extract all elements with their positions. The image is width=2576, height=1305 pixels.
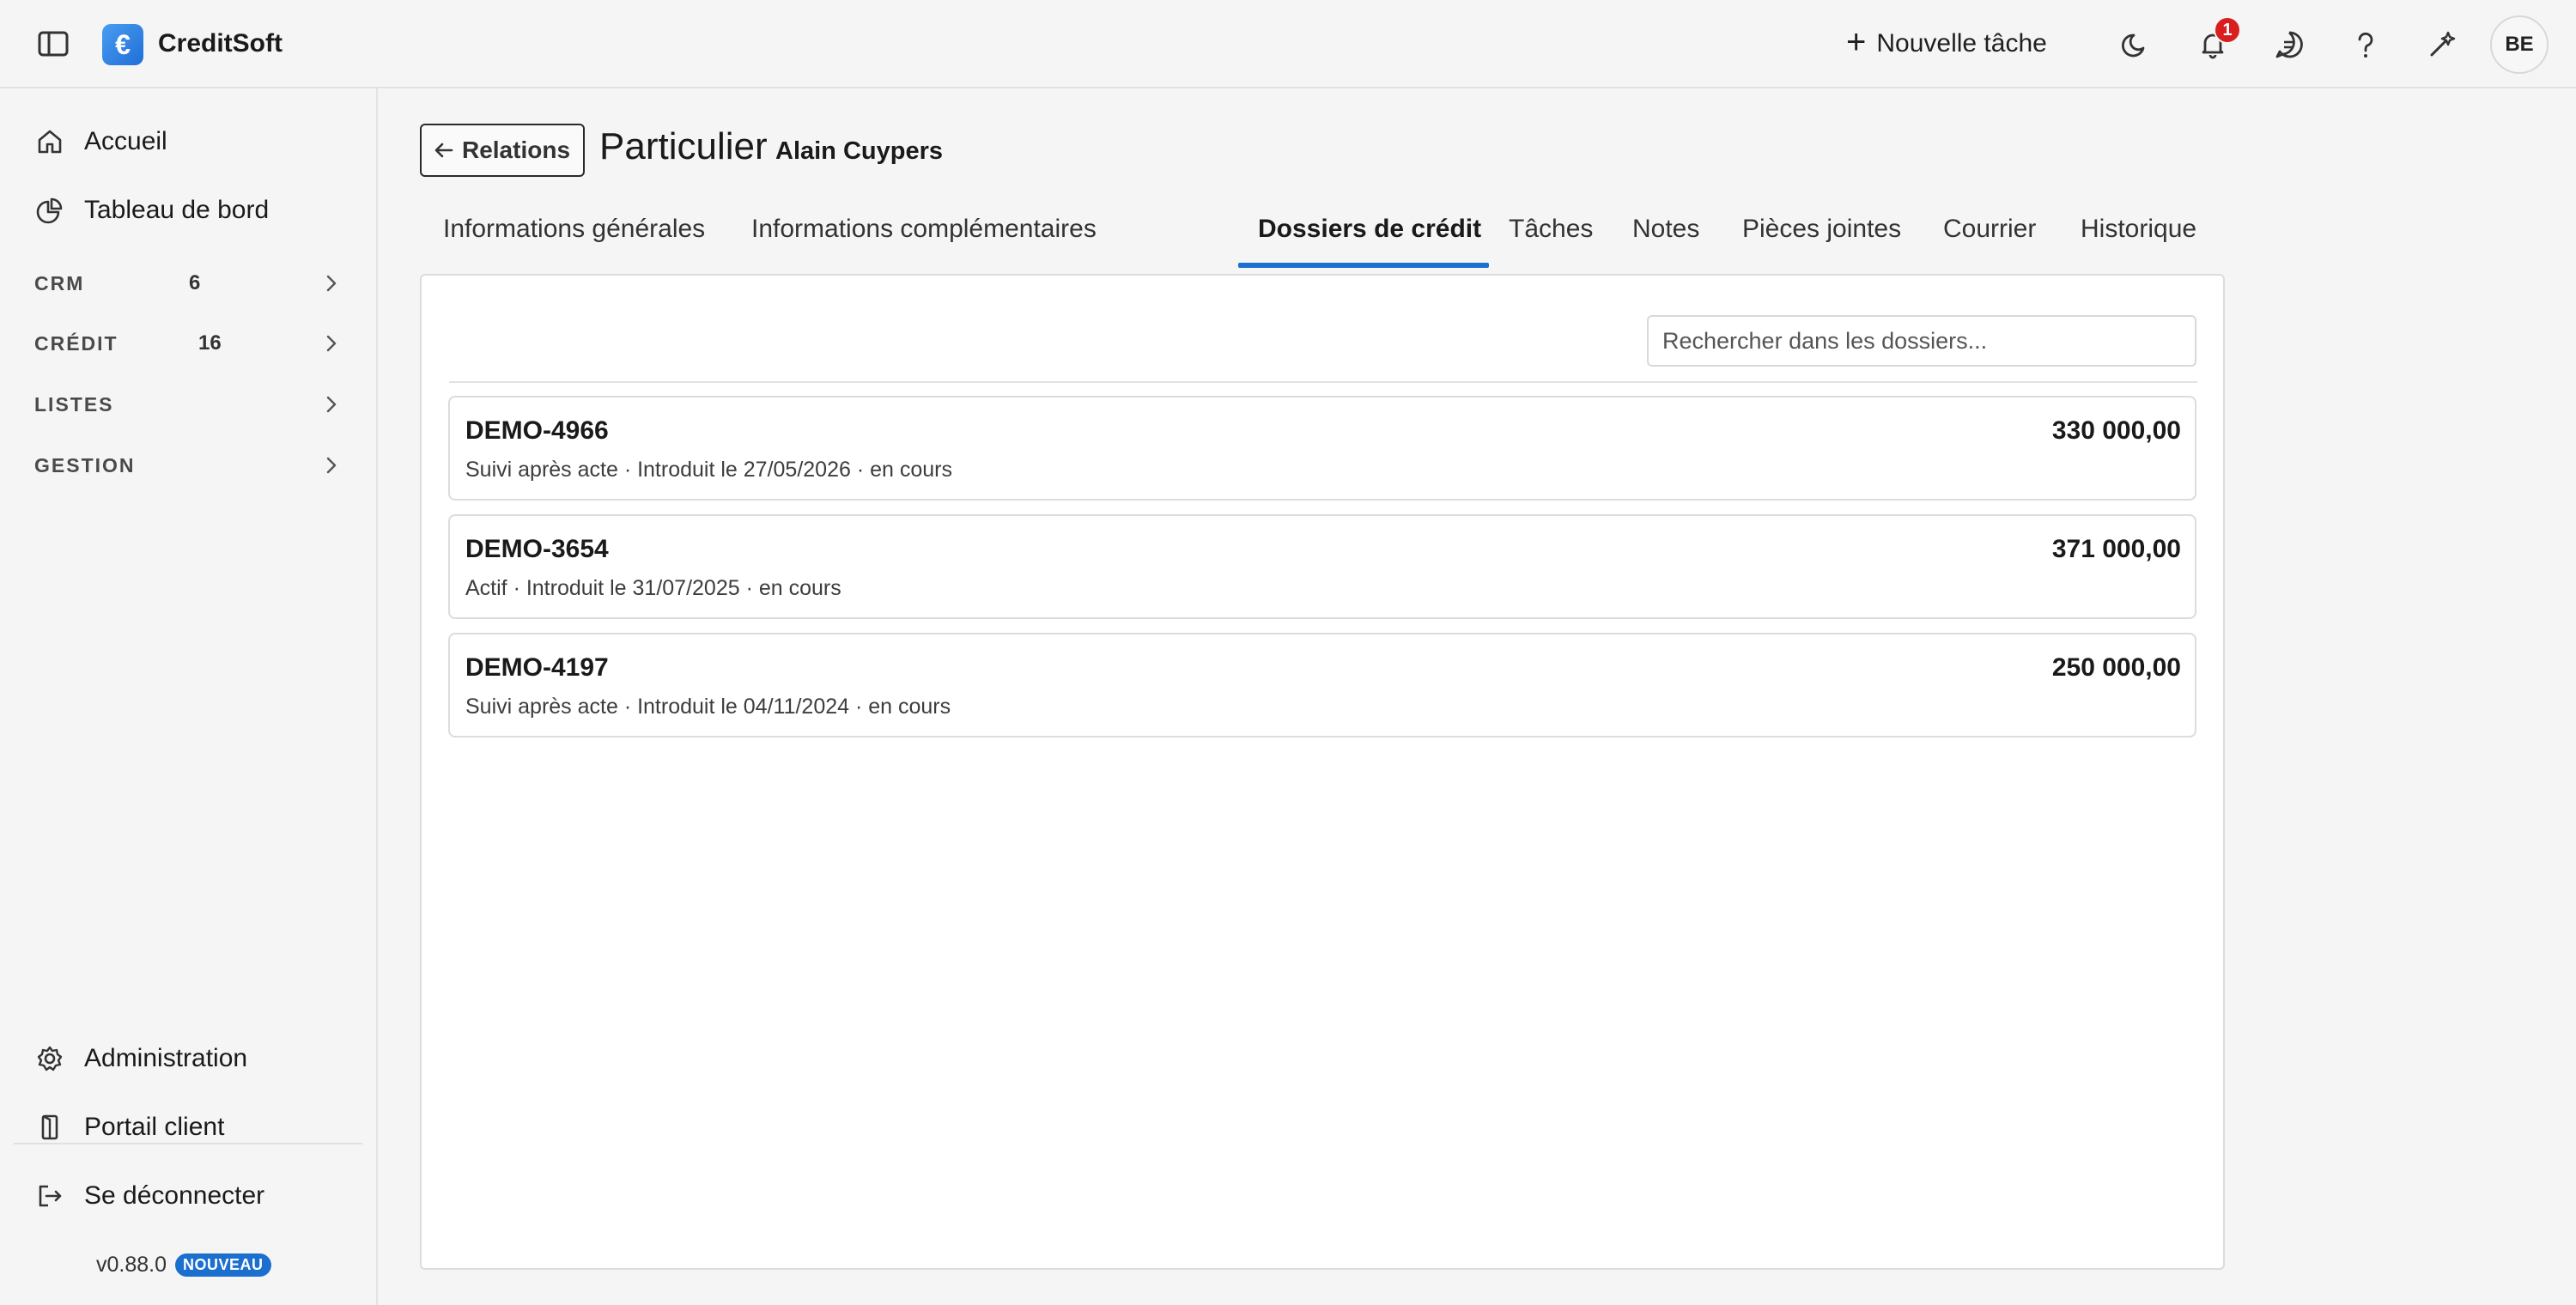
app-version: v0.88.0 NOUVEAU: [96, 1253, 271, 1278]
tab-informations-complementaires[interactable]: Informations complémentaires: [751, 215, 1097, 252]
home-icon: [33, 124, 67, 159]
chevron-right-icon: [319, 331, 343, 355]
chat-icon[interactable]: [2270, 26, 2308, 64]
dossier-reference: DEMO-4197: [465, 653, 609, 682]
tab-pieces-jointes[interactable]: Pièces jointes: [1742, 215, 1901, 252]
dossier-card[interactable]: DEMO-4197 Suivi après acte · Introduit l…: [448, 633, 2196, 737]
section-label: LISTES: [34, 392, 114, 416]
sidebar-item-label: Se déconnecter: [84, 1181, 265, 1210]
user-avatar[interactable]: BE: [2490, 15, 2549, 74]
moon-icon[interactable]: [2117, 26, 2155, 64]
sidebar-item-tableau-de-bord[interactable]: Tableau de bord: [33, 187, 269, 234]
tab-historique[interactable]: Historique: [2081, 215, 2196, 252]
dossier-reference: DEMO-4966: [465, 416, 609, 445]
tab-dossiers-de-credit[interactable]: Dossiers de crédit: [1258, 215, 1481, 252]
sidebar-toggle-icon[interactable]: [34, 28, 72, 59]
panel-divider: [449, 381, 2197, 383]
top-bar: € CreditSoft + Nouvelle tâche 1 BE: [0, 0, 2576, 88]
dossier-reference: DEMO-3654: [465, 535, 609, 563]
new-task-button[interactable]: + Nouvelle tâche: [1846, 24, 2047, 64]
back-label: Relations: [461, 137, 571, 163]
chevron-right-icon: [319, 392, 343, 416]
logout-icon: [33, 1179, 67, 1213]
dossier-meta: Actif · Introduit le 31/07/2025 · en cou…: [465, 576, 841, 600]
back-to-relations-button[interactable]: Relations: [420, 124, 585, 177]
sidebar-item-se-deconnecter[interactable]: Se déconnecter: [33, 1173, 264, 1219]
sidebar-item-accueil[interactable]: Accueil: [33, 118, 167, 165]
arrow-left-icon: [434, 143, 453, 158]
sidebar-item-label: Portail client: [84, 1113, 225, 1141]
chevron-right-icon: [319, 453, 343, 477]
sidebar-divider: [14, 1143, 362, 1144]
dossier-card[interactable]: DEMO-3654 Actif · Introduit le 31/07/202…: [448, 514, 2196, 619]
sidebar-item-label: Tableau de bord: [84, 196, 270, 224]
section-count: 16: [198, 331, 222, 355]
help-icon[interactable]: [2347, 26, 2385, 64]
gear-icon: [33, 1041, 67, 1076]
section-label: CRÉDIT: [34, 331, 118, 355]
section-count: 6: [189, 271, 201, 294]
sidebar-item-administration[interactable]: Administration: [33, 1035, 247, 1082]
dossier-amount: 330 000,00: [2051, 416, 2181, 445]
version-badge[interactable]: NOUVEAU: [175, 1253, 271, 1277]
section-label: GESTION: [34, 453, 136, 476]
door-icon: [33, 1110, 67, 1144]
new-task-label: Nouvelle tâche: [1876, 29, 2047, 58]
sparkle-icon[interactable]: [2423, 26, 2461, 64]
tab-informations-generales[interactable]: Informations générales: [443, 215, 705, 252]
notification-badge: 1: [2214, 16, 2241, 44]
dossier-amount: 250 000,00: [2051, 653, 2181, 682]
sidebar-section-crm[interactable]: CRM 6: [34, 262, 343, 305]
app-brand[interactable]: CreditSoft: [158, 29, 283, 58]
sidebar-item-label: Administration: [84, 1044, 248, 1072]
sidebar-section-credit[interactable]: CRÉDIT 16: [34, 322, 343, 365]
tab-taches[interactable]: Tâches: [1509, 215, 1593, 252]
chevron-right-icon: [319, 271, 343, 295]
sidebar-section-gestion[interactable]: GESTION: [34, 444, 343, 487]
tab-notes[interactable]: Notes: [1632, 215, 1699, 252]
tab-courrier[interactable]: Courrier: [1943, 215, 2036, 252]
sidebar-item-label: Accueil: [84, 127, 167, 155]
pie-chart-icon: [33, 193, 67, 228]
app-logo[interactable]: €: [102, 24, 143, 65]
section-label: CRM: [34, 271, 85, 294]
search-dossiers-input[interactable]: [1647, 315, 2196, 367]
active-tab-indicator: [1238, 263, 1489, 268]
sidebar-section-listes[interactable]: LISTES: [34, 383, 343, 426]
dossier-meta: Suivi après acte · Introduit le 04/11/20…: [465, 695, 951, 719]
dossier-card[interactable]: DEMO-4966 Suivi après acte · Introduit l…: [448, 396, 2196, 501]
version-label: v0.88.0: [96, 1253, 167, 1277]
page-title: Particulier: [599, 125, 768, 167]
dossier-amount: 371 000,00: [2051, 535, 2181, 563]
page-subtitle: Alain Cuypers: [775, 137, 943, 165]
dossier-meta: Suivi après acte · Introduit le 27/05/20…: [465, 458, 952, 482]
plus-icon: +: [1846, 23, 1867, 61]
